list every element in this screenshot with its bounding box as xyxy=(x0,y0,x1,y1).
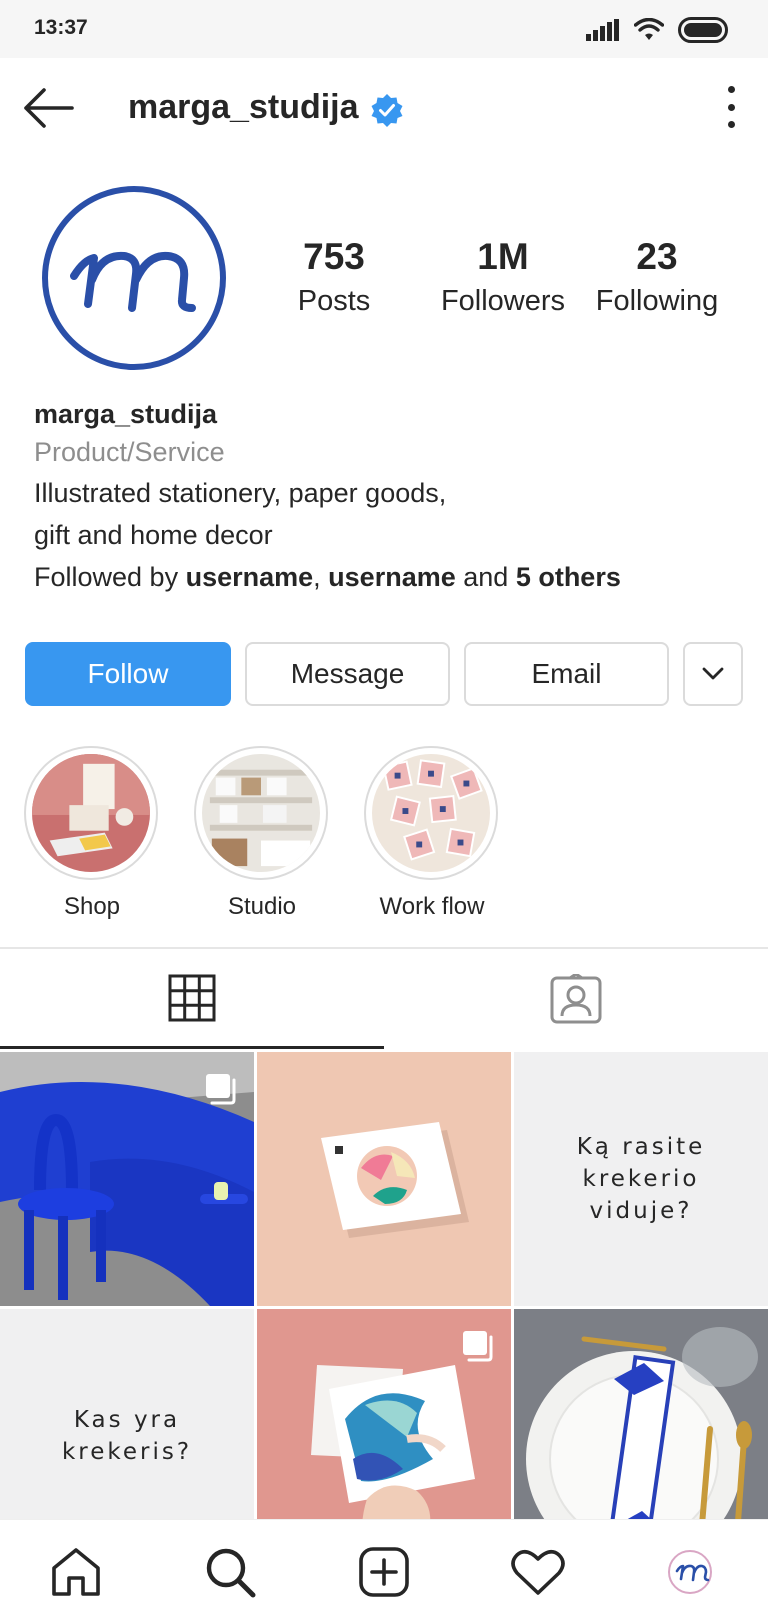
suggestions-dropdown-button[interactable] xyxy=(683,642,743,706)
profile-stats: 753 Posts 1M Followers 23 Following xyxy=(290,236,730,326)
highlight-studio[interactable]: Studio xyxy=(194,746,330,922)
profile-actions: Follow Message Email xyxy=(25,642,743,706)
posts-grid: Ką rasite krekerio viduje? Kas yra kreke… xyxy=(0,1052,768,1563)
profile-header: marga_studija xyxy=(0,58,768,158)
battery-icon xyxy=(678,17,728,43)
bottom-navigation xyxy=(0,1519,768,1621)
header-username: marga_studija xyxy=(128,88,359,126)
follow-button[interactable]: Follow xyxy=(25,642,231,706)
story-highlights: Shop Studio Work flow xyxy=(24,746,744,920)
heart-icon xyxy=(511,1550,565,1595)
back-arrow-icon xyxy=(24,88,74,128)
followed-others[interactable]: 5 others xyxy=(516,562,621,592)
bio-category: Product/Service xyxy=(34,437,225,467)
highlight-work-flow-image xyxy=(372,754,490,872)
signal-icon xyxy=(586,19,619,41)
profile-bio: marga_studija Product/Service Illustrate… xyxy=(34,396,734,598)
new-post-icon xyxy=(359,1547,409,1597)
followed-and: and xyxy=(455,562,516,592)
bio-line-2: gift and home decor xyxy=(34,520,273,550)
status-bar: 13:37 xyxy=(0,0,768,58)
back-button[interactable] xyxy=(22,84,78,132)
stat-posts[interactable]: 753 Posts xyxy=(286,236,382,320)
bio-name: marga_studija xyxy=(34,399,218,429)
post-thumbnail[interactable] xyxy=(257,1052,511,1306)
stat-following[interactable]: 23 Following xyxy=(584,236,730,320)
highlight-shop[interactable]: Shop xyxy=(24,746,160,922)
multiple-photos-icon xyxy=(463,1331,493,1362)
more-options-button[interactable] xyxy=(716,86,746,128)
stat-following-value: 23 xyxy=(636,236,678,277)
followed-by-prefix: Followed by xyxy=(34,562,186,592)
email-button[interactable]: Email xyxy=(464,642,669,706)
highlight-ring xyxy=(24,746,158,880)
highlight-studio-label: Studio xyxy=(227,893,297,920)
nav-profile[interactable] xyxy=(660,1542,720,1602)
highlight-work-flow[interactable]: Work flow xyxy=(364,746,500,922)
more-dot xyxy=(727,103,735,111)
followed-user-1[interactable]: username xyxy=(186,562,314,592)
nav-home[interactable] xyxy=(46,1542,106,1602)
stat-posts-label: Posts xyxy=(297,285,371,317)
verified-badge-icon xyxy=(371,94,403,127)
bio-line-1: Illustrated stationery, paper goods, xyxy=(34,478,447,508)
grid-icon xyxy=(168,974,216,1021)
followed-by[interactable]: Followed by username, username and 5 oth… xyxy=(34,556,734,598)
highlight-work-flow-label: Work flow xyxy=(379,893,485,920)
multiple-photos-icon xyxy=(206,1074,236,1105)
highlight-shop-label: Shop xyxy=(63,893,121,920)
search-icon xyxy=(206,1548,256,1598)
followed-user-2[interactable]: username xyxy=(328,562,456,592)
nav-new-post[interactable] xyxy=(354,1542,414,1602)
tagged-person-icon xyxy=(550,974,602,1024)
more-dot xyxy=(727,86,735,93)
profile-avatar-icon xyxy=(668,1550,712,1594)
stat-followers-label: Followers xyxy=(440,285,566,317)
status-time: 13:37 xyxy=(34,16,88,39)
chevron-down-icon xyxy=(702,667,724,680)
post-thumbnail[interactable]: Ką rasite krekerio viduje? xyxy=(514,1052,768,1306)
post-image-product-box xyxy=(257,1052,511,1306)
stat-followers[interactable]: 1M Followers xyxy=(428,236,578,320)
post-thumbnail[interactable] xyxy=(0,1052,254,1306)
nav-activity[interactable] xyxy=(508,1542,568,1602)
status-icons xyxy=(586,16,728,44)
tab-tagged[interactable] xyxy=(384,949,768,1049)
highlight-ring xyxy=(194,746,328,880)
highlight-shop-image xyxy=(32,754,150,872)
post-text: Ką rasite krekerio viduje? xyxy=(576,1134,706,1224)
tab-posts-grid[interactable] xyxy=(0,949,384,1049)
stat-following-label: Following xyxy=(595,285,719,317)
nav-search[interactable] xyxy=(200,1542,260,1602)
stat-followers-value: 1M xyxy=(477,236,529,277)
highlight-ring xyxy=(364,746,498,880)
wifi-icon xyxy=(634,18,664,40)
followed-separator: , xyxy=(313,562,329,592)
stat-posts-value: 753 xyxy=(303,236,365,277)
message-button[interactable]: Message xyxy=(245,642,450,706)
more-dot xyxy=(727,121,735,128)
home-icon xyxy=(52,1548,100,1596)
highlight-studio-image xyxy=(202,754,320,872)
profile-avatar[interactable] xyxy=(40,184,228,372)
